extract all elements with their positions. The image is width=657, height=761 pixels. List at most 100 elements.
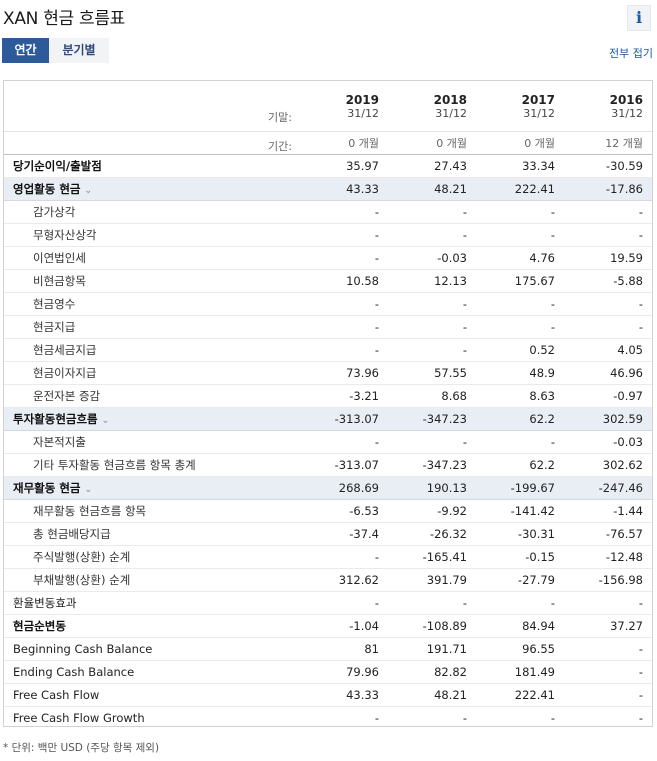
row-label: 감가상각	[4, 200, 300, 224]
row-label-text: 자본적지출	[33, 435, 86, 449]
table-cell: -17.86	[564, 177, 652, 201]
table-cell: -	[564, 315, 652, 339]
table-cell: -	[388, 338, 476, 362]
table-cell: -0.03	[564, 430, 652, 454]
table-cell: 43.33	[300, 683, 388, 707]
collapse-all-link[interactable]: 전부 접기	[609, 45, 653, 61]
row-label-text: 주식발행(상환) 순계	[33, 550, 131, 564]
table-cell: -	[388, 223, 476, 247]
table-row: 현금지급 - - - -	[4, 315, 652, 339]
table-row[interactable]: 재무활동 현금 ⌄ 268.69 190.13 -199.67 -247.46	[4, 476, 652, 500]
table-cell: 43.33	[300, 177, 388, 201]
chevron-down-icon[interactable]: ⌄	[84, 485, 92, 495]
row-label: 현금영수	[4, 292, 300, 316]
row-label-text: 현금세금지급	[33, 343, 97, 357]
row-label: 현금이자지급	[4, 361, 300, 385]
row-label: 비현금항목	[4, 269, 300, 293]
table-cell: -	[388, 430, 476, 454]
table-row: 재무활동 현금흐름 항목 -6.53 -9.92 -141.42 -1.44	[4, 499, 652, 523]
row-label: 현금순변동	[4, 614, 300, 638]
period-months: 0 개월	[388, 131, 476, 155]
table-cell: 57.55	[388, 361, 476, 385]
table-cell: -0.97	[564, 384, 652, 408]
table-cell: -	[300, 591, 388, 615]
table-cell: -	[564, 706, 652, 726]
tab-annual[interactable]: 연간	[2, 38, 49, 63]
row-label-text: 당기순이익/출발점	[13, 159, 102, 173]
table-cell: -	[476, 292, 564, 316]
column-header: 2017 31/12	[476, 81, 564, 132]
tab-quarterly[interactable]: 분기별	[49, 38, 109, 63]
table-cell: 62.2	[476, 407, 564, 431]
table-row: 현금이자지급 73.96 57.55 48.9 46.96	[4, 361, 652, 385]
period-tabs: 연간 분기별	[2, 38, 109, 63]
table-row: 이연법인세 - -0.03 4.76 19.59	[4, 246, 652, 270]
table-cell: -37.4	[300, 522, 388, 546]
table-cell: -	[300, 292, 388, 316]
table-cell: 84.94	[476, 614, 564, 638]
row-label: 환율변동효과	[4, 591, 300, 615]
table-cell: -76.57	[564, 522, 652, 546]
table-cell: 48.21	[388, 683, 476, 707]
table-cell: -141.42	[476, 499, 564, 523]
row-label: Beginning Cash Balance	[4, 637, 300, 661]
cash-flow-table: 기말: 2019 31/12 2018 31/12 2017 31/12 2016 31…	[3, 80, 653, 727]
row-label-text: 비현금항목	[33, 274, 86, 288]
column-year: 2016	[609, 92, 643, 107]
table-row: 환율변동효과 - - - -	[4, 591, 652, 615]
row-label: 운전자본 증감	[4, 384, 300, 408]
table-cell: -3.21	[300, 384, 388, 408]
table-cell: 8.63	[476, 384, 564, 408]
table-cell: 268.69	[300, 476, 388, 500]
table-cell: -	[388, 591, 476, 615]
row-label: 현금지급	[4, 315, 300, 339]
period-months: 12 개월	[564, 131, 652, 155]
row-label-text: 현금이자지급	[33, 366, 97, 380]
table-row[interactable]: 투자활동현금흐름 ⌄ -313.07 -347.23 62.2 302.59	[4, 407, 652, 431]
table-cell: -	[564, 591, 652, 615]
table-cell: -12.48	[564, 545, 652, 569]
row-label: 자본적지출	[4, 430, 300, 454]
row-label: 총 현금배당지급	[4, 522, 300, 546]
column-year: 2019	[345, 92, 379, 107]
table-cell: -313.07	[300, 453, 388, 477]
column-header: 2018 31/12	[388, 81, 476, 132]
table-cell: -	[300, 315, 388, 339]
table-row[interactable]: 영업활동 현금 ⌄ 43.33 48.21 222.41 -17.86	[4, 177, 652, 201]
period-end-label: 기말:	[4, 81, 300, 132]
table-row: 현금세금지급 - -0.52 4.05	[4, 338, 652, 362]
row-label-text: Ending Cash Balance	[13, 665, 135, 679]
unit-footnote: * 단위: 백만 USD (주당 항목 제외)	[3, 742, 160, 754]
chevron-down-icon[interactable]: ⌄	[102, 416, 110, 426]
table-cell: -	[388, 706, 476, 726]
row-label: Ending Cash Balance	[4, 660, 300, 684]
row-label: Free Cash Flow	[4, 683, 300, 707]
table-row: Ending Cash Balance 79.96 82.82 181.49-	[4, 660, 652, 684]
table-row: 현금영수 - - - -	[4, 292, 652, 316]
table-cell: 4.76	[476, 246, 564, 270]
table-cell: -	[388, 200, 476, 224]
table-row: 무형자산상각 - - - -	[4, 223, 652, 247]
table-cell: -1.44	[564, 499, 652, 523]
table-cell: 35.97	[300, 154, 388, 178]
column-date: 31/12	[611, 106, 643, 120]
chevron-down-icon[interactable]: ⌄	[84, 186, 92, 196]
table-cell: -165.41	[388, 545, 476, 569]
info-icon[interactable]: i	[627, 5, 651, 31]
table-cell: 12.13	[388, 269, 476, 293]
table-cell: 312.62	[300, 568, 388, 592]
row-label: 재무활동 현금흐름 항목	[4, 499, 300, 523]
table-cell: -	[564, 223, 652, 247]
table-cell: 175.67	[476, 269, 564, 293]
table-body: 당기순이익/출발점 35.97 27.43 33.34 -30.59 영업활동 현금 ⌄ 43…	[4, 154, 652, 726]
row-label-text: Free Cash Flow	[13, 688, 100, 702]
period-length-row: 기간: 0 개월 0 개월 0 개월 12 개월	[4, 131, 652, 155]
period-months: 0 개월	[476, 131, 564, 155]
period-months: 0 개월	[300, 131, 388, 155]
row-label-text: Beginning Cash Balance	[13, 642, 153, 656]
table-cell: -5.88	[564, 269, 652, 293]
table-cell: 191.71	[388, 637, 476, 661]
column-year: 2017	[521, 92, 555, 107]
table-cell: -	[300, 200, 388, 224]
table-row: Beginning Cash Balance 81 191.71 96.55-	[4, 637, 652, 661]
